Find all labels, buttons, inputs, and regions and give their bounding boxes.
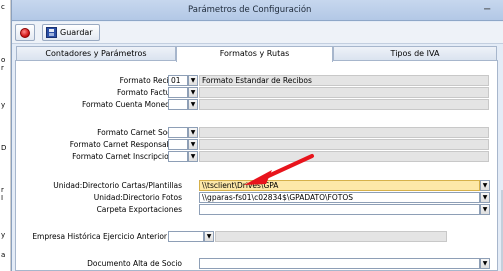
annotation-arrow-head [244, 170, 272, 185]
chevron-down-icon[interactable]: ▼ [188, 127, 198, 138]
formato-cuenta-monedero-description [199, 99, 489, 110]
strip-char: y [1, 231, 6, 239]
annotation-arrow-shaft [262, 154, 314, 180]
formato-facturas-description [199, 87, 489, 98]
strip-char: a [1, 251, 6, 259]
formato-carnet-responsables-description [199, 139, 489, 150]
chevron-down-icon[interactable]: ▼ [480, 258, 490, 269]
strip-char: r [1, 64, 4, 72]
tab-strip: Contadores y Parámetros Formatos y Rutas… [12, 46, 503, 62]
formato-recibos-description: Formato Estandar de Recibos [199, 75, 489, 86]
chevron-down-icon[interactable]: ▼ [480, 192, 490, 203]
tab-formatos[interactable]: Formatos y Rutas [176, 46, 333, 62]
chevron-down-icon[interactable]: ▼ [480, 204, 490, 215]
toolbar: Guardar [12, 22, 503, 44]
formato-carnet-inscripciones-label: Formato Carnet Inscripciones [72, 152, 182, 161]
save-button-label: Guardar [60, 28, 93, 37]
documento-alta-label: Documento Alta de Socio [87, 259, 182, 268]
minimize-icon[interactable]: − [483, 4, 491, 15]
chevron-down-icon[interactable]: ▼ [188, 75, 198, 86]
formato-carnet-responsables-code[interactable] [168, 139, 188, 150]
save-button[interactable]: Guardar [42, 24, 100, 41]
dir-fotos-label: Unidad:Directorio Fotos [93, 193, 182, 202]
documento-alta-field[interactable] [199, 258, 480, 269]
tab-iva[interactable]: Tipos de IVA [333, 46, 497, 61]
background-app-strip: c o r y D r I y a [0, 0, 11, 271]
formato-facturas-code[interactable] [168, 87, 188, 98]
strip-char: D [1, 144, 7, 152]
empresa-historica-label: Empresa Histórica Ejercicio Anterior [32, 232, 167, 241]
formato-carnet-socios-code[interactable] [168, 127, 188, 138]
formato-carnet-socios-description [199, 127, 489, 138]
chevron-down-icon[interactable]: ▼ [188, 99, 198, 110]
empresa-historica-description [215, 231, 447, 242]
dir-cartas-label: Unidad:Directorio Cartas/Plantillas [53, 181, 182, 190]
strip-char: o [1, 56, 6, 64]
close-circle-icon [20, 27, 30, 38]
tab-contadores[interactable]: Contadores y Parámetros [16, 46, 176, 61]
carpeta-exportaciones-label: Carpeta Exportaciones [96, 205, 182, 214]
formato-cuenta-monedero-code[interactable] [168, 99, 188, 110]
formato-carnet-responsables-label: Formato Carnet Responsables [69, 140, 182, 149]
dir-fotos-field[interactable]: \\gparas-fs01\c02834$\GPADATO\FOTOS [199, 192, 480, 203]
formato-cuenta-monedero-label: Formato Cuenta Monedero [82, 100, 182, 109]
empresa-historica-code[interactable] [168, 231, 204, 242]
chevron-down-icon[interactable]: ▼ [480, 180, 490, 191]
chevron-down-icon[interactable]: ▼ [204, 231, 214, 242]
strip-char: r [1, 186, 4, 194]
annotation-arrow-icon [244, 154, 314, 185]
title-bar[interactable]: Parámetros de Configuración − [12, 0, 503, 21]
window-title: Parámetros de Configuración [188, 5, 312, 15]
chevron-down-icon[interactable]: ▼ [188, 151, 198, 162]
strip-char: c [1, 3, 5, 11]
close-button[interactable] [15, 24, 35, 41]
formato-carnet-inscripciones-code[interactable] [168, 151, 188, 162]
formato-recibos-code[interactable]: 01 [168, 75, 188, 86]
strip-char: y [1, 101, 6, 109]
chevron-down-icon[interactable]: ▼ [188, 139, 198, 150]
carpeta-exportaciones-field[interactable] [199, 204, 480, 215]
floppy-disk-icon [46, 27, 57, 38]
chevron-down-icon[interactable]: ▼ [188, 87, 198, 98]
config-window: Parámetros de Configuración − Guardar Co… [11, 0, 503, 271]
strip-char: I [1, 194, 4, 202]
